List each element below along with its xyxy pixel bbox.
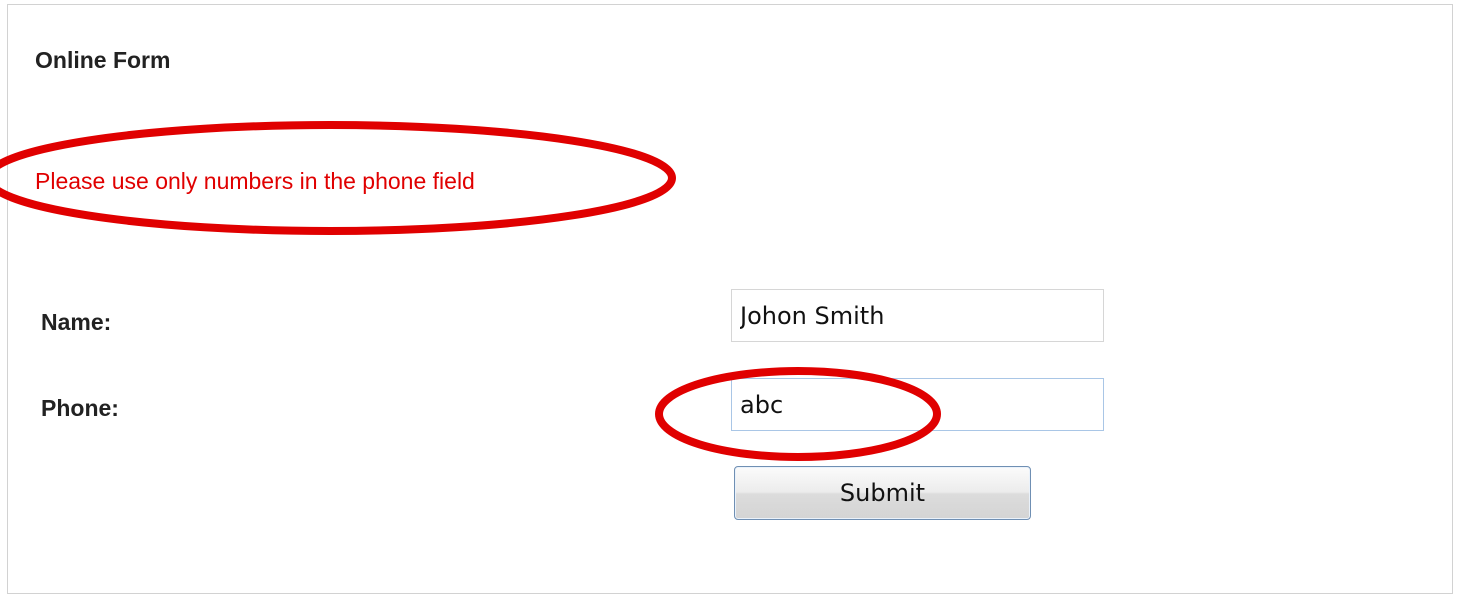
form-panel	[7, 4, 1453, 594]
submit-button[interactable]: Submit	[734, 466, 1031, 520]
page-title: Online Form	[35, 47, 171, 73]
name-input[interactable]	[731, 289, 1104, 342]
phone-label: Phone:	[41, 395, 119, 421]
name-label: Name:	[41, 309, 112, 335]
error-message: Please use only numbers in the phone fie…	[35, 168, 475, 194]
phone-input[interactable]	[731, 378, 1104, 431]
